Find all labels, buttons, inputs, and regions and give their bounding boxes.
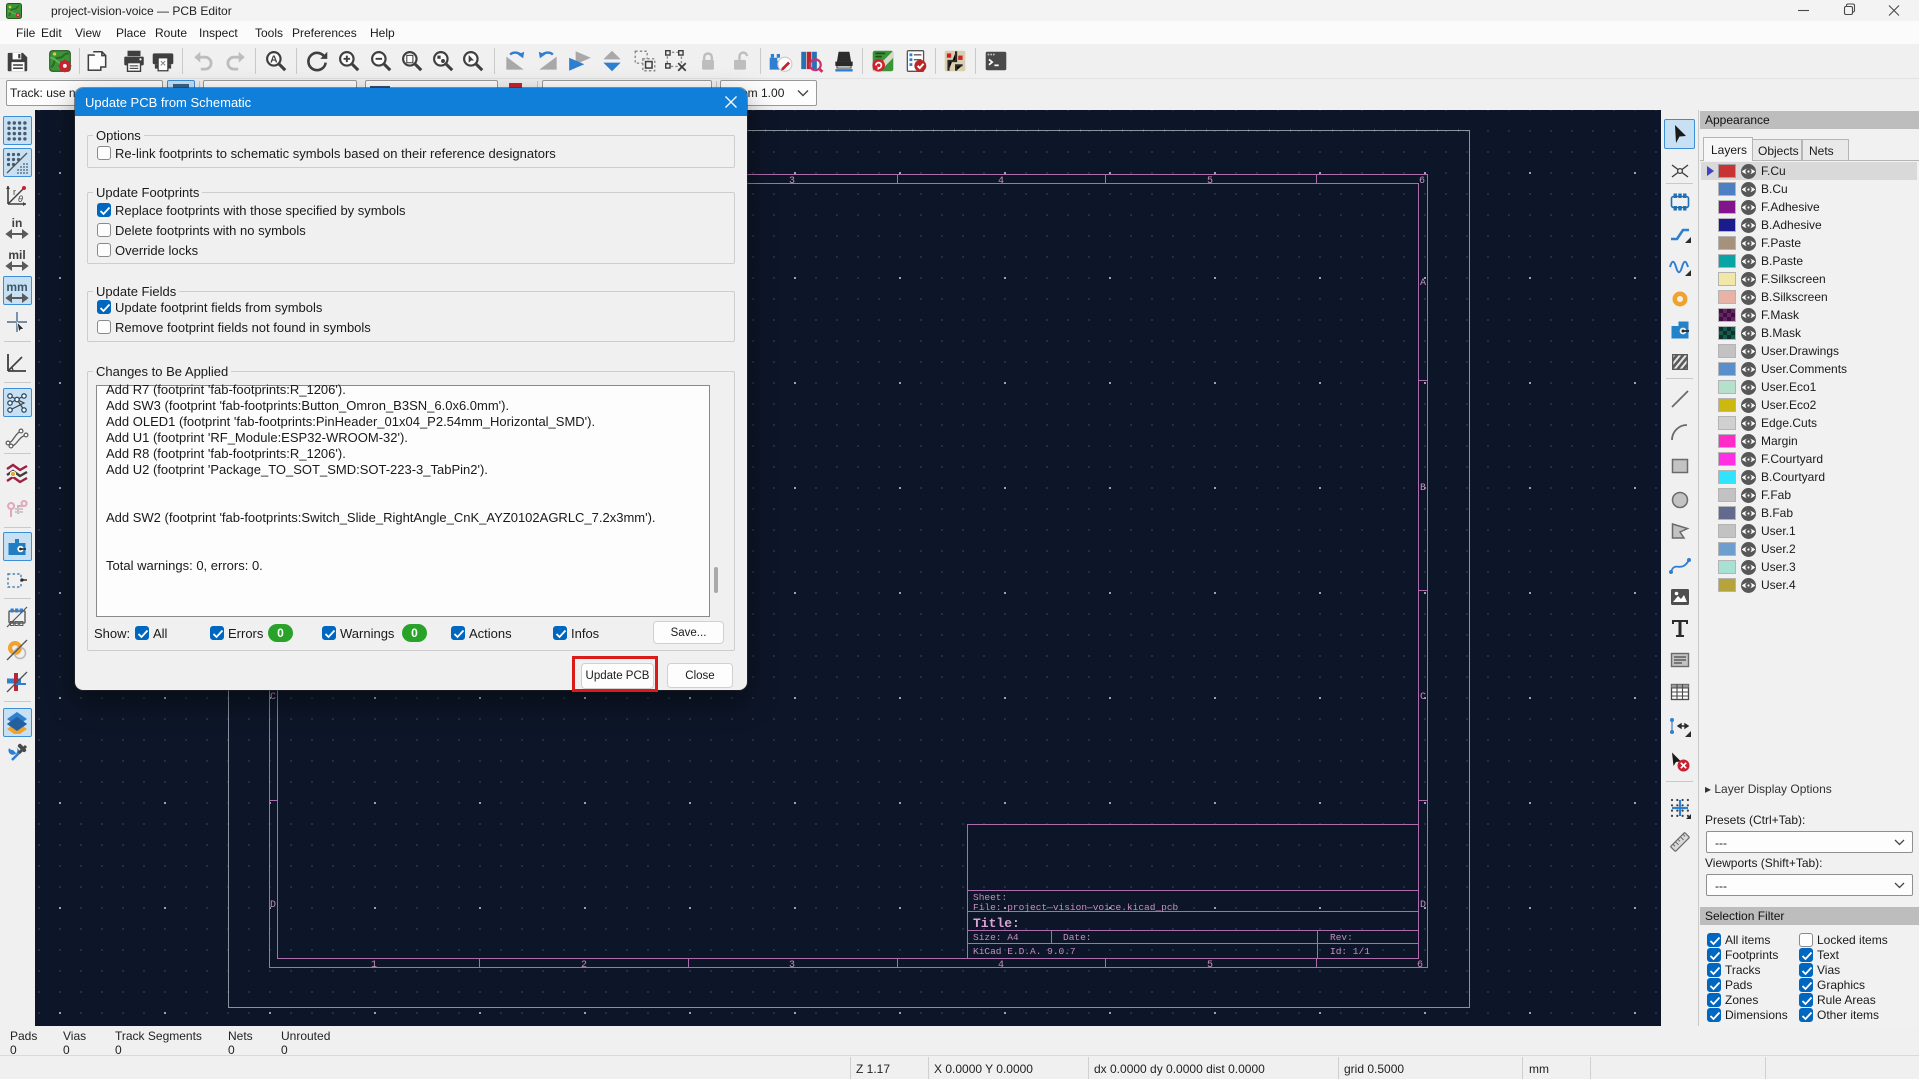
svg-text:4: 4 xyxy=(998,176,1004,187)
svg-text:mm: mm xyxy=(6,280,27,294)
svg-text:1: 1 xyxy=(371,960,377,971)
svg-text:r: r xyxy=(13,187,16,197)
svg-text:Rev:: Rev: xyxy=(1330,932,1353,943)
svg-text:4: 4 xyxy=(998,960,1004,971)
svg-text:C: C xyxy=(270,692,276,703)
svg-text:in: in xyxy=(12,216,23,230)
svg-text:3: 3 xyxy=(789,176,795,187)
svg-text:5: 5 xyxy=(1207,176,1213,187)
svg-text:A: A xyxy=(270,55,278,66)
svg-text:D: D xyxy=(1420,900,1426,911)
svg-text:Size: A4: Size: A4 xyxy=(973,932,1019,943)
svg-text:6: 6 xyxy=(1417,960,1423,971)
svg-text:Date:: Date: xyxy=(1063,932,1092,943)
svg-text:File: project—vision—voice.kic: File: project—vision—voice.kicad_pcb xyxy=(973,902,1179,913)
svg-text:5: 5 xyxy=(1207,960,1213,971)
svg-text:2: 2 xyxy=(581,960,587,971)
svg-text:mil: mil xyxy=(8,248,25,262)
svg-text:B: B xyxy=(1420,483,1426,494)
svg-text:C: C xyxy=(1420,692,1426,703)
svg-text:A: A xyxy=(1420,278,1426,289)
svg-text:3: 3 xyxy=(789,960,795,971)
svg-text:D: D xyxy=(270,900,276,911)
svg-text:Id: 1/1: Id: 1/1 xyxy=(1330,946,1370,957)
svg-text:6: 6 xyxy=(1419,176,1425,187)
svg-text:θ: θ xyxy=(18,194,23,204)
svg-text:KiCad E.D.A. 9.0.7: KiCad E.D.A. 9.0.7 xyxy=(973,946,1076,957)
svg-text:Title:: Title: xyxy=(973,916,1020,931)
